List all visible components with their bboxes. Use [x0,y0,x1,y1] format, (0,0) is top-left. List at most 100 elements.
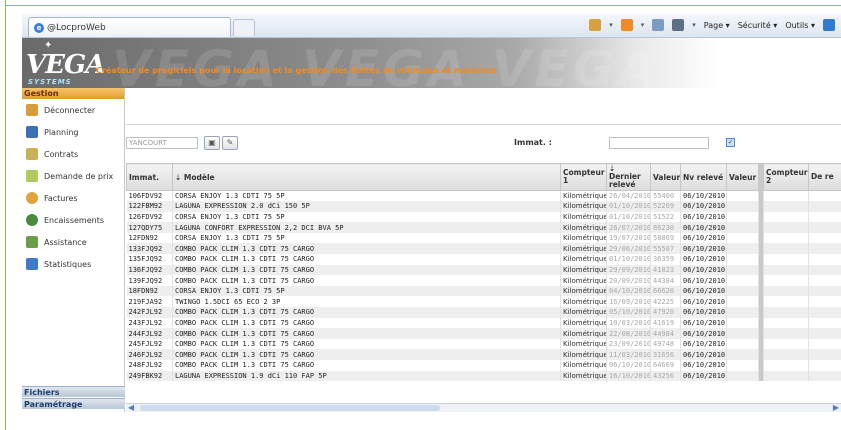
edit-button[interactable]: ✎ [222,136,238,150]
cell-dernier-releve-2[interactable] [808,328,841,339]
column-header-compteur2[interactable]: Compteur 2 [763,163,809,191]
new-tab-button[interactable] [233,19,255,36]
security-menu[interactable]: Sécurité ▾ [738,21,778,30]
table-row[interactable]: 243FJL92 COMBO PACK CLIM 1.3 CDTI 75 CARG… [126,317,841,329]
cell-valeur-2[interactable] [726,201,759,212]
cell-compteur2[interactable] [763,201,809,212]
scroll-right-icon[interactable]: ▶ [833,403,839,412]
cell-compteur2[interactable] [763,222,809,233]
cell-compteur2[interactable] [763,296,809,308]
cell-dernier-releve-2[interactable] [808,349,841,360]
cell-dernier-releve-2[interactable] [808,360,841,371]
cell-dernier-releve-2[interactable] [808,190,841,202]
table-row[interactable]: 136FJQ92 COMBO PACK CLIM 1.3 CDTI 75 CARG… [126,264,841,276]
home-icon[interactable] [589,19,602,31]
cell-dernier-releve-2[interactable] [808,264,841,276]
column-header-compteur1[interactable]: Compteur 1 [560,163,607,191]
table-row[interactable]: 122FBM92 LAGUNA EXPRESSION 2.0 dCi 150 5P… [126,201,841,212]
cell-compteur2[interactable] [763,360,809,371]
column-header-dernier-releve-2[interactable]: De re [808,163,841,191]
table-row[interactable]: 127QDY75 LAGUNA CONFORT EXPRESSION 2,2 DC… [126,222,841,233]
cell-dernier-releve-2[interactable] [808,211,841,223]
table-row[interactable]: 245FJL92 COMBO PACK CLIM 1.3 CDTI 75 CARG… [126,338,841,350]
cell-valeur-2[interactable] [726,275,759,286]
cell-compteur2[interactable] [763,264,809,276]
column-header-valeur[interactable]: Valeur [650,163,681,191]
table-row[interactable]: 242FJL92 COMBO PACK CLIM 1.3 CDTI 75 CARG… [126,307,841,318]
sidebar-item-contrats[interactable]: Contrats [22,143,124,165]
cell-valeur-2[interactable] [726,222,759,233]
column-header-immat[interactable]: Immat. [126,163,173,191]
cell-valeur-2[interactable] [726,338,759,350]
cell-dernier-releve-2[interactable] [808,243,841,255]
cell-compteur2[interactable] [763,211,809,223]
cell-compteur2[interactable] [763,285,809,297]
cell-dernier-releve-2[interactable] [808,275,841,286]
cell-compteur2[interactable] [763,190,809,202]
cell-compteur2[interactable] [763,328,809,339]
cell-valeur-2[interactable] [726,243,759,255]
print-icon[interactable] [672,19,685,31]
page-menu[interactable]: Page ▾ [704,21,730,30]
sidebar-section-parametrage[interactable]: Paramétrage [22,398,125,409]
chevron-down-icon[interactable]: ▾ [609,21,613,29]
cell-dernier-releve-2[interactable] [808,370,841,382]
sidebar-item-deconnecter[interactable]: Déconnecter [22,99,124,121]
table-row[interactable]: 249FBK92 LAGUNA EXPRESSION 1.9 dCi 110 FA… [126,370,841,382]
cell-dernier-releve-2[interactable] [808,285,841,297]
tools-menu[interactable]: Outils ▾ [785,21,815,30]
table-row[interactable]: 126FDV92 CORSA ENJOY 1.3 CDTI 75 5P Kilomé… [126,211,841,223]
sidebar-section-fichiers[interactable]: Fichiers [22,386,125,397]
cell-dernier-releve-2[interactable] [808,317,841,329]
cell-dernier-releve-2[interactable] [808,222,841,233]
column-header-modele[interactable]: ⇣ Modèle [172,163,561,191]
cell-valeur-2[interactable] [726,264,759,276]
scrollbar-thumb[interactable] [140,405,440,411]
cell-valeur-2[interactable] [726,360,759,371]
cell-dernier-releve-2[interactable] [808,254,841,265]
sidebar-item-planning[interactable]: Planning [22,121,124,143]
immat-checkbox[interactable]: ✓ [726,138,735,147]
table-row[interactable]: 139FJQ92 COMBO PACK CLIM 1.3 CDTI 75 CARG… [126,275,841,286]
column-header-valeur-2[interactable]: Valeur [726,163,759,191]
sidebar-item-statistiques[interactable]: Statistiques [22,253,124,275]
cell-compteur2[interactable] [763,370,809,382]
cell-valeur-2[interactable] [726,317,759,329]
table-row[interactable]: 133FJQ92 COMBO PACK CLIM 1.3 CDTI 75 CARG… [126,243,841,255]
chevron-down-icon[interactable]: ▾ [692,21,696,29]
cell-compteur2[interactable] [763,317,809,329]
cell-valeur-2[interactable] [726,285,759,297]
cell-dernier-releve-2[interactable] [808,307,841,318]
sidebar-section-title[interactable]: Gestion [22,88,124,99]
cell-valeur-2[interactable] [726,296,759,308]
search-input[interactable]: YANCOURT [126,137,198,149]
cell-compteur2[interactable] [763,338,809,350]
table-row[interactable]: 248FJL92 COMBO PACK CLIM 1.3 CDTI 75 CARG… [126,360,841,371]
table-row[interactable]: 106FDV92 CORSA ENJOY 1.3 CDTI 75 5P Kilomé… [126,190,841,202]
cell-valeur-2[interactable] [726,328,759,339]
scroll-left-icon[interactable]: ◀ [128,403,134,412]
cell-valeur-2[interactable] [726,190,759,202]
column-header-dernier-releve[interactable]: ⇣ Dernier relevé [606,163,651,191]
mail-icon[interactable] [652,19,665,31]
sidebar-item-assistance[interactable]: Assistance [22,231,124,253]
table-row[interactable]: 244FJL92 COMBO PACK CLIM 1.3 CDTI 75 CARG… [126,328,841,339]
sidebar-item-demande-de-prix[interactable]: Demande de prix [22,165,124,187]
cell-dernier-releve-2[interactable] [808,201,841,212]
cell-valeur-2[interactable] [726,254,759,265]
table-row[interactable]: 219FJA92 TWINGO 1.5DCI 65 ECO 2 3P Kilomét… [126,296,841,308]
cell-compteur2[interactable] [763,232,809,244]
cell-valeur-2[interactable] [726,307,759,318]
column-header-nv-releve[interactable]: Nv relevé [680,163,727,191]
feeds-icon[interactable] [620,19,633,31]
table-row[interactable]: 246FJL92 COMBO PACK CLIM 1.3 CDTI 75 CARG… [126,349,841,360]
cell-valeur-2[interactable] [726,232,759,244]
cell-compteur2[interactable] [763,307,809,318]
sidebar-item-factures[interactable]: Factures [22,187,124,209]
table-row[interactable]: 135FJQ92 COMBO PACK CLIM 1.3 CDTI 75 CARG… [126,254,841,265]
cell-dernier-releve-2[interactable] [808,232,841,244]
cell-valeur-2[interactable] [726,211,759,223]
horizontal-scrollbar[interactable]: ◀ ▶ [126,403,841,412]
cell-valeur-2[interactable] [726,370,759,382]
cell-dernier-releve-2[interactable] [808,296,841,308]
